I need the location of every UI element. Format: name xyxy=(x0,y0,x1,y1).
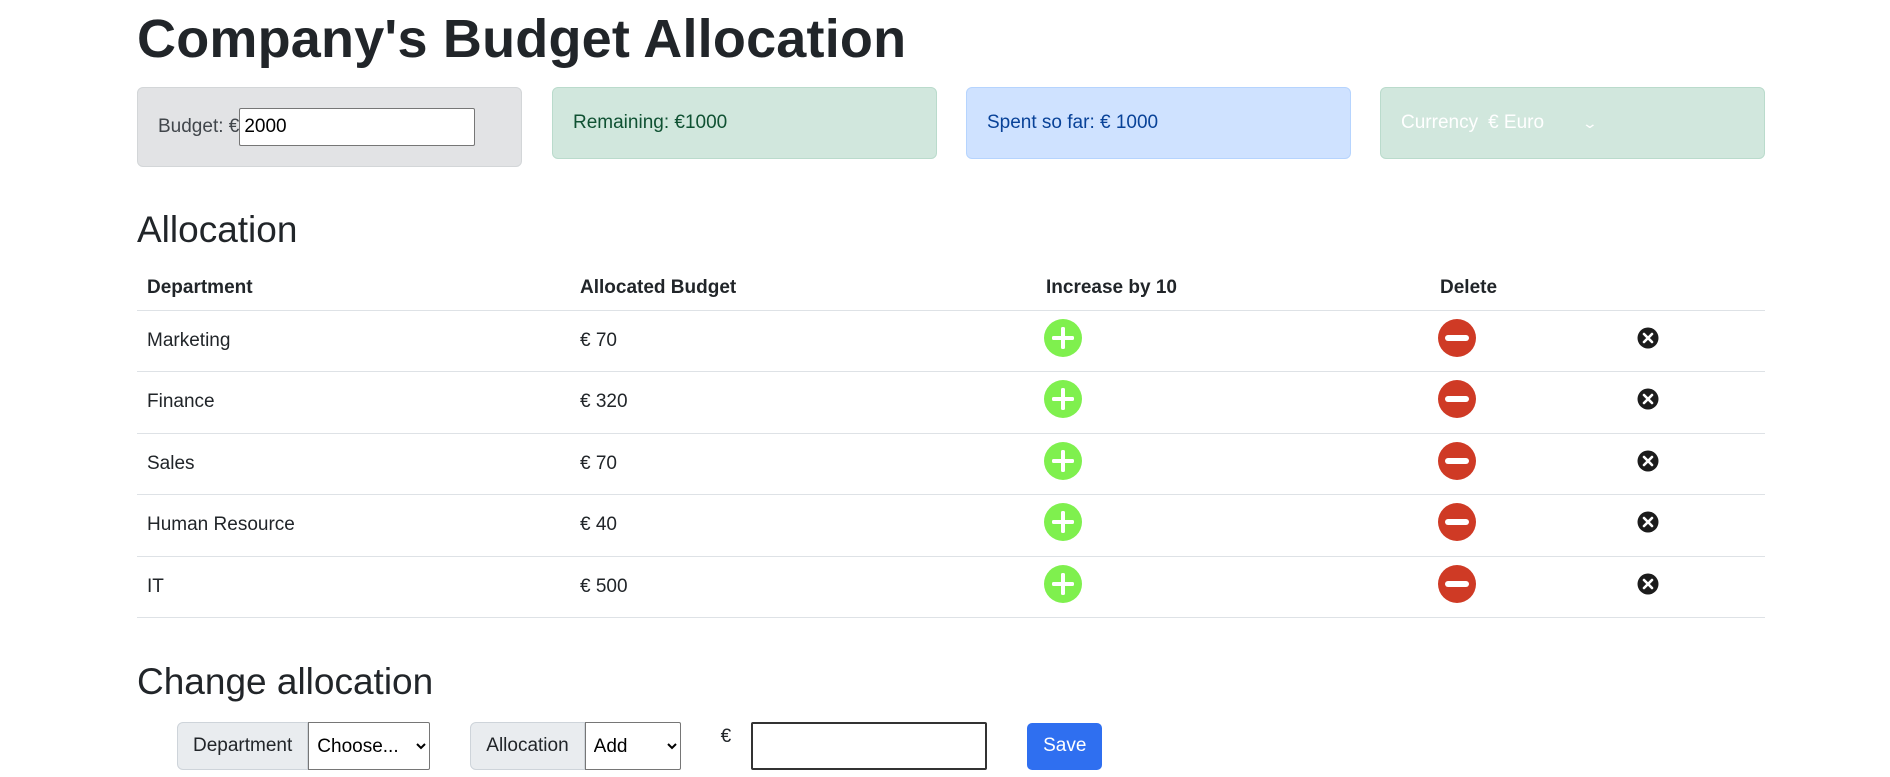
allocation-label: Allocation xyxy=(470,722,585,770)
decrease-cell xyxy=(1430,371,1626,433)
minus-circle-icon[interactable] xyxy=(1437,441,1477,481)
column-header-blank xyxy=(1626,267,1765,310)
minus-circle-icon[interactable] xyxy=(1437,318,1477,358)
column-header-delete: Delete xyxy=(1440,277,1498,299)
plus-circle-icon[interactable] xyxy=(1043,379,1083,419)
plus-circle-icon[interactable] xyxy=(1043,502,1083,542)
department-cell: Marketing xyxy=(137,309,570,372)
department-cell: IT xyxy=(137,555,570,618)
currency-select[interactable]: Currency € Euro ⌄ xyxy=(1401,112,1599,134)
increase-cell xyxy=(1036,555,1430,618)
allocated-budget-cell: € 500 xyxy=(570,555,1036,618)
delete-cell xyxy=(1626,555,1765,618)
allocated-budget-cell: € 320 xyxy=(570,371,1036,433)
department-cell: Sales xyxy=(137,432,570,495)
spent-text: Spent so far: € 1000 xyxy=(987,112,1159,133)
column-header-department: Department xyxy=(147,277,253,299)
allocated-budget-cell: € 40 xyxy=(570,494,1036,556)
allocation-table-body: Marketing € 70 Finance € 320 Sales € 70 Human … xyxy=(137,309,1765,618)
allocated-budget-cell: € 70 xyxy=(570,309,1036,372)
remaining-box: Remaining: €1000 xyxy=(552,87,937,159)
increase-cell xyxy=(1036,309,1430,372)
department-cell: Finance xyxy=(137,371,570,433)
decrease-cell xyxy=(1430,432,1626,495)
budget-input[interactable] xyxy=(239,108,476,146)
decrease-cell xyxy=(1430,555,1626,618)
delete-x-circle-icon[interactable] xyxy=(1637,450,1659,472)
delete-x-circle-icon[interactable] xyxy=(1637,511,1659,533)
page-title: Company's Budget Allocation xyxy=(137,9,907,69)
increase-cell xyxy=(1036,432,1430,495)
decrease-cell xyxy=(1430,309,1626,372)
allocation-table: Department Allocated Budget Increase by … xyxy=(137,267,1765,618)
amount-input[interactable] xyxy=(751,722,988,770)
table-row: IT € 500 xyxy=(137,555,1765,618)
column-header-increase: Increase by 10 xyxy=(1046,277,1177,299)
allocation-group: Allocation Add xyxy=(470,722,681,770)
plus-circle-icon[interactable] xyxy=(1043,318,1083,358)
department-cell: Human Resource xyxy=(137,494,570,556)
currency-box[interactable]: Currency € Euro ⌄ xyxy=(1380,87,1765,159)
delete-cell xyxy=(1626,309,1765,372)
delete-cell xyxy=(1626,432,1765,495)
currency-value: € Euro xyxy=(1488,112,1545,133)
change-allocation-form: Department Choose... Allocation Add € Sa… xyxy=(177,722,1103,770)
delete-x-circle-icon[interactable] xyxy=(1637,388,1659,410)
allocation-select[interactable]: Add xyxy=(584,722,681,770)
table-row: Finance € 320 xyxy=(137,371,1765,433)
save-button[interactable]: Save xyxy=(1027,722,1103,770)
allocation-heading: Allocation xyxy=(137,209,298,250)
delete-x-circle-icon[interactable] xyxy=(1637,573,1659,595)
column-header-allocated-budget: Allocated Budget xyxy=(580,277,737,299)
department-label: Department xyxy=(177,722,309,770)
delete-cell xyxy=(1626,494,1765,556)
table-row: Human Resource € 40 xyxy=(137,494,1765,556)
minus-circle-icon[interactable] xyxy=(1437,379,1477,419)
department-group: Department Choose... xyxy=(177,722,431,770)
minus-circle-icon[interactable] xyxy=(1437,502,1477,542)
increase-cell xyxy=(1036,371,1430,433)
change-allocation-heading: Change allocation xyxy=(137,661,434,702)
spent-box: Spent so far: € 1000 xyxy=(966,87,1351,159)
decrease-cell xyxy=(1430,494,1626,556)
budget-label: Budget: € xyxy=(158,116,240,137)
budget-box: Budget: € xyxy=(137,87,522,167)
currency-symbol: € xyxy=(720,726,732,747)
plus-circle-icon[interactable] xyxy=(1043,441,1083,481)
remaining-text: Remaining: €1000 xyxy=(573,112,728,133)
chevron-down-icon: ⌄ xyxy=(1581,114,1599,131)
currency-label: Currency xyxy=(1401,112,1479,133)
minus-circle-icon[interactable] xyxy=(1437,564,1477,604)
table-row: Sales € 70 xyxy=(137,432,1765,495)
delete-cell xyxy=(1626,371,1765,433)
allocated-budget-cell: € 70 xyxy=(570,432,1036,495)
department-select[interactable]: Choose... xyxy=(308,722,431,770)
increase-cell xyxy=(1036,494,1430,556)
delete-x-circle-icon[interactable] xyxy=(1637,327,1659,349)
table-header-row: Department Allocated Budget Increase by … xyxy=(137,267,1765,310)
table-row: Marketing € 70 xyxy=(137,309,1765,372)
plus-circle-icon[interactable] xyxy=(1043,564,1083,604)
